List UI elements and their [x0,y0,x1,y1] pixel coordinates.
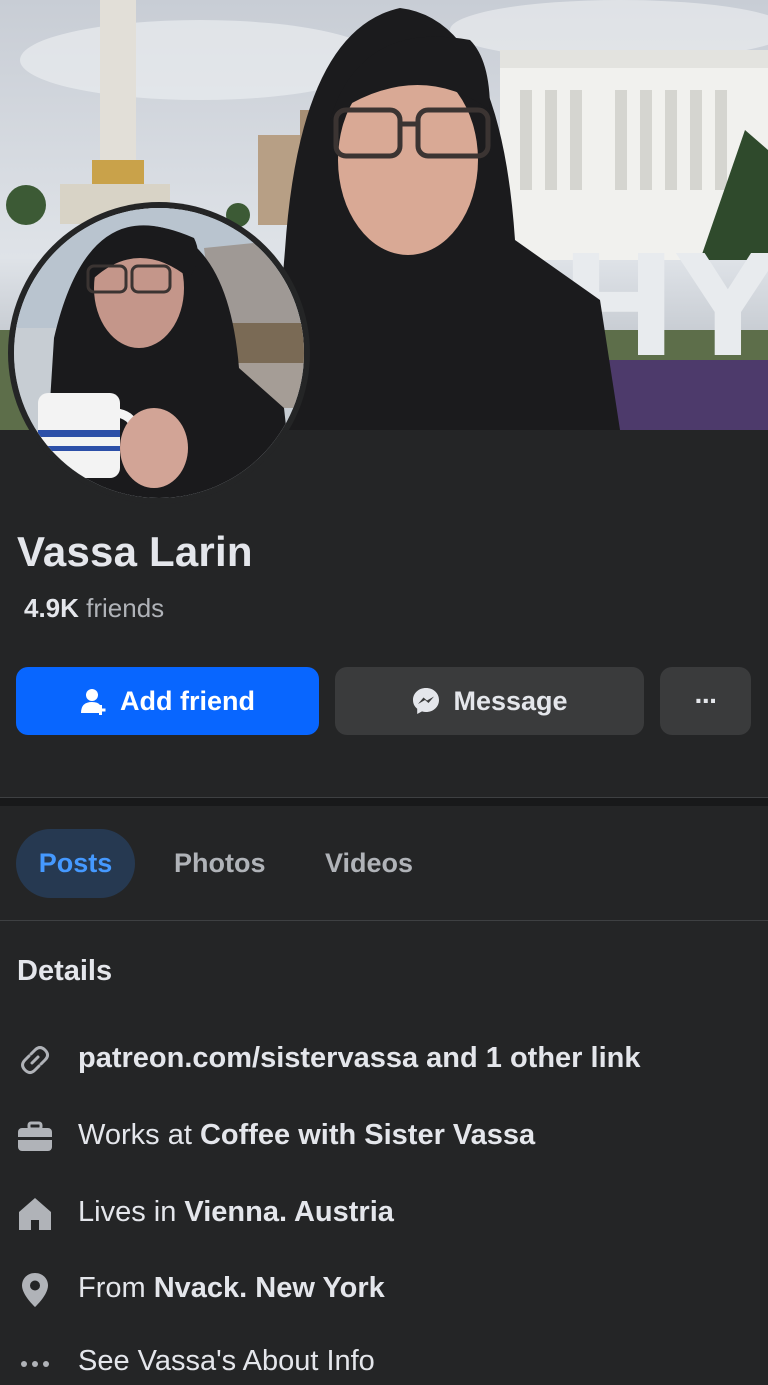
detail-from-prefix: From [78,1272,154,1304]
messenger-icon [411,686,441,716]
message-button[interactable]: Message [335,667,644,735]
detail-work-text: Works at Coffee with Sister Vassa [78,1119,535,1152]
friends-count-label: friends [78,593,165,623]
detail-lives-text: Lives in Vienna. Austria [78,1196,394,1229]
person-plus-icon [80,687,108,715]
detail-lives-value[interactable]: Vienna. Austria [184,1196,394,1228]
ellipsis-icon: ··· [694,685,719,716]
detail-work-row[interactable]: Works at Coffee with Sister Vassa [0,1111,768,1161]
friends-count-value: 4.9K [24,593,79,623]
detail-link-row[interactable]: patreon.com/sistervassa and 1 other link [0,1034,768,1084]
section-divider [0,797,768,806]
link-icon [17,1042,53,1078]
add-friend-button[interactable]: Add friend [16,667,319,735]
avatar-illustration [14,208,304,498]
details-heading: Details [17,955,113,987]
friends-count[interactable]: 4.9K friends [24,593,164,624]
detail-about-text[interactable]: See Vassa's About Info [78,1345,375,1378]
tab-posts[interactable]: Posts [16,829,135,898]
profile-page: HY Vassa Larin 4.9K friends Add friend M… [0,0,768,1385]
tabs-divider [0,920,768,921]
more-dots-icon [17,1345,53,1381]
message-label: Message [453,685,568,716]
add-friend-label: Add friend [120,685,255,716]
detail-lives-row[interactable]: Lives in Vienna. Austria [0,1188,768,1238]
more-options-button[interactable]: ··· [660,667,751,735]
detail-work-prefix: Works at [78,1119,200,1151]
tab-photos[interactable]: Photos [174,829,266,898]
briefcase-icon [17,1119,53,1155]
detail-lives-prefix: Lives in [78,1196,185,1228]
detail-work-value[interactable]: Coffee with Sister Vassa [200,1119,535,1151]
profile-name: Vassa Larin [17,528,253,575]
detail-from-text: From Nvack. New York [78,1272,385,1305]
detail-link-text[interactable]: patreon.com/sistervassa and 1 other link [78,1042,640,1075]
tab-videos[interactable]: Videos [325,829,413,898]
home-icon [17,1196,53,1232]
location-pin-icon [17,1272,53,1308]
avatar[interactable] [14,208,304,498]
detail-from-value[interactable]: Nvack. New York [154,1272,385,1304]
detail-about-row[interactable]: See Vassa's About Info [0,1337,768,1385]
detail-from-row[interactable]: From Nvack. New York [0,1264,768,1314]
